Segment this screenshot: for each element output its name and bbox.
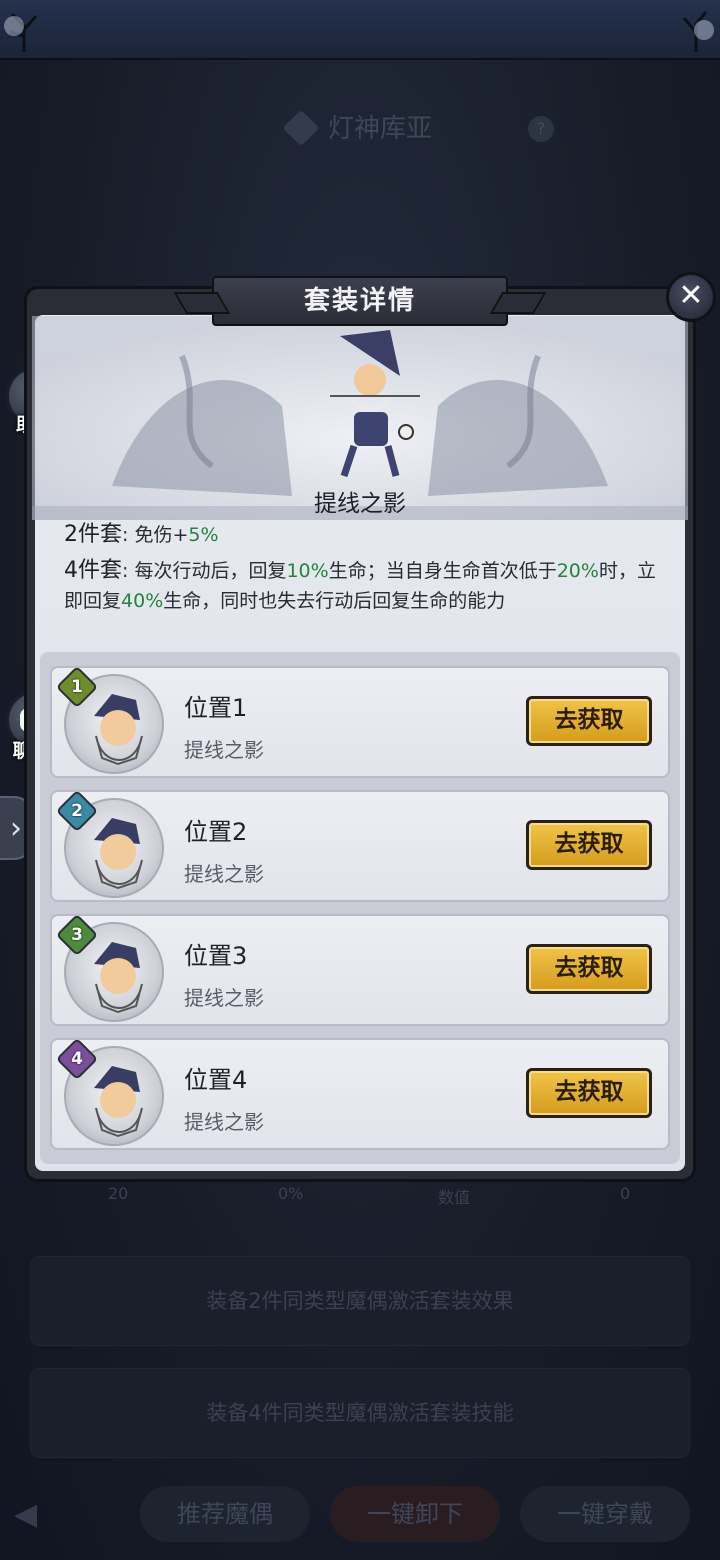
equip-all-button: 一键穿戴 xyxy=(520,1486,690,1542)
slot-subtitle: 提线之影 xyxy=(184,862,264,886)
slot-subtitle: 提线之影 xyxy=(184,738,264,762)
background-set4-row: 装备4件同类型魔偶激活套装技能 xyxy=(30,1368,690,1458)
set4-effect: 4件套: 每次行动后，回复10%生命；当自身生命首次低于20%时，立即回复40%… xyxy=(64,558,656,612)
slot-subtitle: 提线之影 xyxy=(184,986,264,1010)
tree-decoration-icon xyxy=(4,12,38,52)
go-obtain-button[interactable]: 去获取 xyxy=(526,944,652,994)
recommend-button: 推荐魔偶 xyxy=(140,1486,310,1542)
set-name: 提线之影 xyxy=(314,491,406,517)
diamond-icon xyxy=(282,109,320,147)
top-banner xyxy=(0,0,720,60)
background-set2-row: 装备2件同类型魔偶激活套装效果 xyxy=(30,1256,690,1346)
unequip-all-button: 一键卸下 xyxy=(330,1486,500,1542)
slot-title: 位置3 xyxy=(184,942,248,970)
background-stats: 20 0% 数值 0 xyxy=(108,1184,631,1207)
close-icon[interactable]: ✕ xyxy=(666,272,716,322)
slot-row: 2 位置2 提线之影 去获取 xyxy=(50,789,670,902)
slot-title: 位置2 xyxy=(184,818,248,846)
slot-title: 位置1 xyxy=(184,694,248,722)
go-obtain-button[interactable]: 去获取 xyxy=(526,820,652,870)
slot-row: 4 位置4 提线之影 去获取 xyxy=(50,1037,670,1150)
help-icon: ? xyxy=(528,116,554,142)
go-obtain-button[interactable]: 去获取 xyxy=(526,696,652,746)
go-obtain-button[interactable]: 去获取 xyxy=(526,1068,652,1118)
slot-subtitle: 提线之影 xyxy=(184,1110,264,1134)
modal-title: 套装详情 xyxy=(303,286,416,316)
slot-row: 3 位置3 提线之影 去获取 xyxy=(50,913,670,1026)
slot-title: 位置4 xyxy=(184,1066,248,1094)
background-title: 灯神库亚 xyxy=(0,108,720,147)
back-arrow-icon: ◀ xyxy=(14,1497,38,1532)
slot-row: 1 位置1 提线之影 去获取 xyxy=(50,665,670,778)
set2-effect: 2件套: 免伤+5% xyxy=(64,522,219,547)
modal-title-bar: 套装详情 xyxy=(212,276,508,326)
tree-decoration-icon xyxy=(682,11,714,52)
